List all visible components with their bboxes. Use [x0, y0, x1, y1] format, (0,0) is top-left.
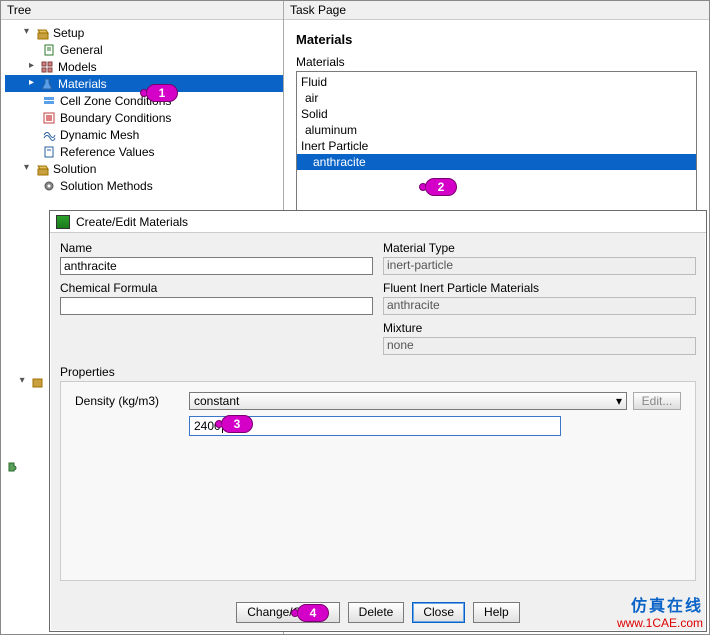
tree-node-boundary[interactable]: Boundary Conditions [5, 109, 283, 126]
watermark: 仿真在线 www.1CAE.com [617, 592, 703, 630]
collapse-icon[interactable]: ▾ [21, 163, 32, 174]
name-input[interactable] [60, 257, 373, 275]
callout-bubble: 2 [425, 178, 457, 196]
collapse-icon[interactable]: ▾ [21, 27, 32, 38]
tree-node-solution[interactable]: ▾ Solution [5, 160, 283, 177]
box-icon [29, 374, 44, 390]
tree-node-general[interactable]: General [5, 41, 283, 58]
group-fluid[interactable]: Fluid [297, 74, 696, 90]
tree-label: Dynamic Mesh [60, 128, 139, 142]
callout-bubble: 4 [297, 604, 329, 622]
material-item-air[interactable]: air [297, 90, 696, 106]
group-inert[interactable]: Inert Particle [297, 138, 696, 154]
close-button[interactable]: Close [412, 602, 465, 623]
page-icon [41, 42, 57, 58]
formula-input[interactable] [60, 297, 373, 315]
box-icon [34, 25, 50, 41]
combo-value: constant [194, 394, 239, 408]
callout-4: 4 [291, 604, 329, 622]
tree-label: General [60, 43, 103, 57]
type-label: Material Type [383, 241, 696, 255]
dialog-title: Create/Edit Materials [76, 215, 188, 229]
callout-1: 1 [140, 84, 178, 102]
boundary-icon [41, 110, 57, 126]
properties-group: Density (kg/m3) constant ▾ Edit... 2400 [60, 381, 696, 581]
tree-header: Tree [1, 1, 283, 20]
tree-node-methods[interactable]: Solution Methods [5, 177, 283, 194]
task-title: Materials [296, 32, 697, 47]
density-method-combo[interactable]: constant ▾ [189, 392, 627, 410]
tree-label: Reference Values [60, 145, 155, 159]
tree-node-models[interactable]: ▸ Models [5, 58, 283, 75]
density-label: Density (kg/m3) [75, 394, 183, 408]
puzzle-icon [5, 459, 21, 475]
tree-label: Materials [58, 77, 107, 91]
properties-label: Properties [60, 365, 696, 379]
callout-2: 2 [419, 178, 457, 196]
callout-bubble: 1 [146, 84, 178, 102]
fluent-label: Fluent Inert Particle Materials [383, 281, 696, 295]
tree-stub: ▾ [3, 373, 47, 475]
tree-node-setup[interactable]: ▾ Setup [5, 24, 283, 41]
grid-icon [39, 59, 55, 75]
watermark-text: 仿真在线 [617, 592, 703, 616]
layers-icon [41, 93, 57, 109]
materials-label: Materials [296, 55, 697, 69]
callout-bubble: 3 [221, 415, 253, 433]
box-icon [34, 161, 50, 177]
mixture-label: Mixture [383, 321, 696, 335]
flask-icon [39, 76, 55, 92]
mixture-field: none [383, 337, 696, 355]
fluent-combo[interactable]: anthracite [383, 297, 696, 315]
edit-button[interactable]: Edit... [633, 392, 681, 410]
type-combo[interactable]: inert-particle [383, 257, 696, 275]
chevron-down-icon: ▾ [616, 394, 622, 408]
page-icon [41, 144, 57, 160]
expand-icon[interactable]: ▸ [26, 61, 37, 72]
tree: ▾ Setup General ▸ Models ▸ Materials Cel… [1, 20, 283, 194]
expand-icon[interactable]: ▸ [26, 78, 37, 89]
delete-button[interactable]: Delete [348, 602, 405, 623]
callout-3: 3 [215, 415, 253, 433]
create-edit-materials-dialog: Create/Edit Materials Name Chemical Form… [49, 210, 707, 632]
tree-label: Boundary Conditions [60, 111, 171, 125]
app-icon [56, 215, 70, 229]
materials-listbox[interactable]: Fluid air Solid aluminum Inert Particle … [296, 71, 697, 211]
material-item-aluminum[interactable]: aluminum [297, 122, 696, 138]
dialog-titlebar[interactable]: Create/Edit Materials [50, 211, 706, 233]
task-header: Task Page [284, 1, 709, 20]
tree-node-dynamicmesh[interactable]: Dynamic Mesh [5, 126, 283, 143]
dialog-button-bar: Change/Create Delete Close Help [50, 602, 706, 623]
material-item-anthracite[interactable]: anthracite [297, 154, 696, 170]
tree-label: Setup [53, 26, 84, 40]
mesh-icon [41, 127, 57, 143]
tree-label: Models [58, 60, 97, 74]
tree-label: Solution [53, 162, 96, 176]
watermark-url: www.1CAE.com [617, 616, 703, 630]
collapse-icon[interactable]: ▾ [17, 376, 27, 387]
tree-label: Solution Methods [60, 179, 153, 193]
formula-label: Chemical Formula [60, 281, 373, 295]
name-label: Name [60, 241, 373, 255]
help-button[interactable]: Help [473, 602, 520, 623]
gear-icon [41, 178, 57, 194]
tree-node-reference[interactable]: Reference Values [5, 143, 283, 160]
group-solid[interactable]: Solid [297, 106, 696, 122]
